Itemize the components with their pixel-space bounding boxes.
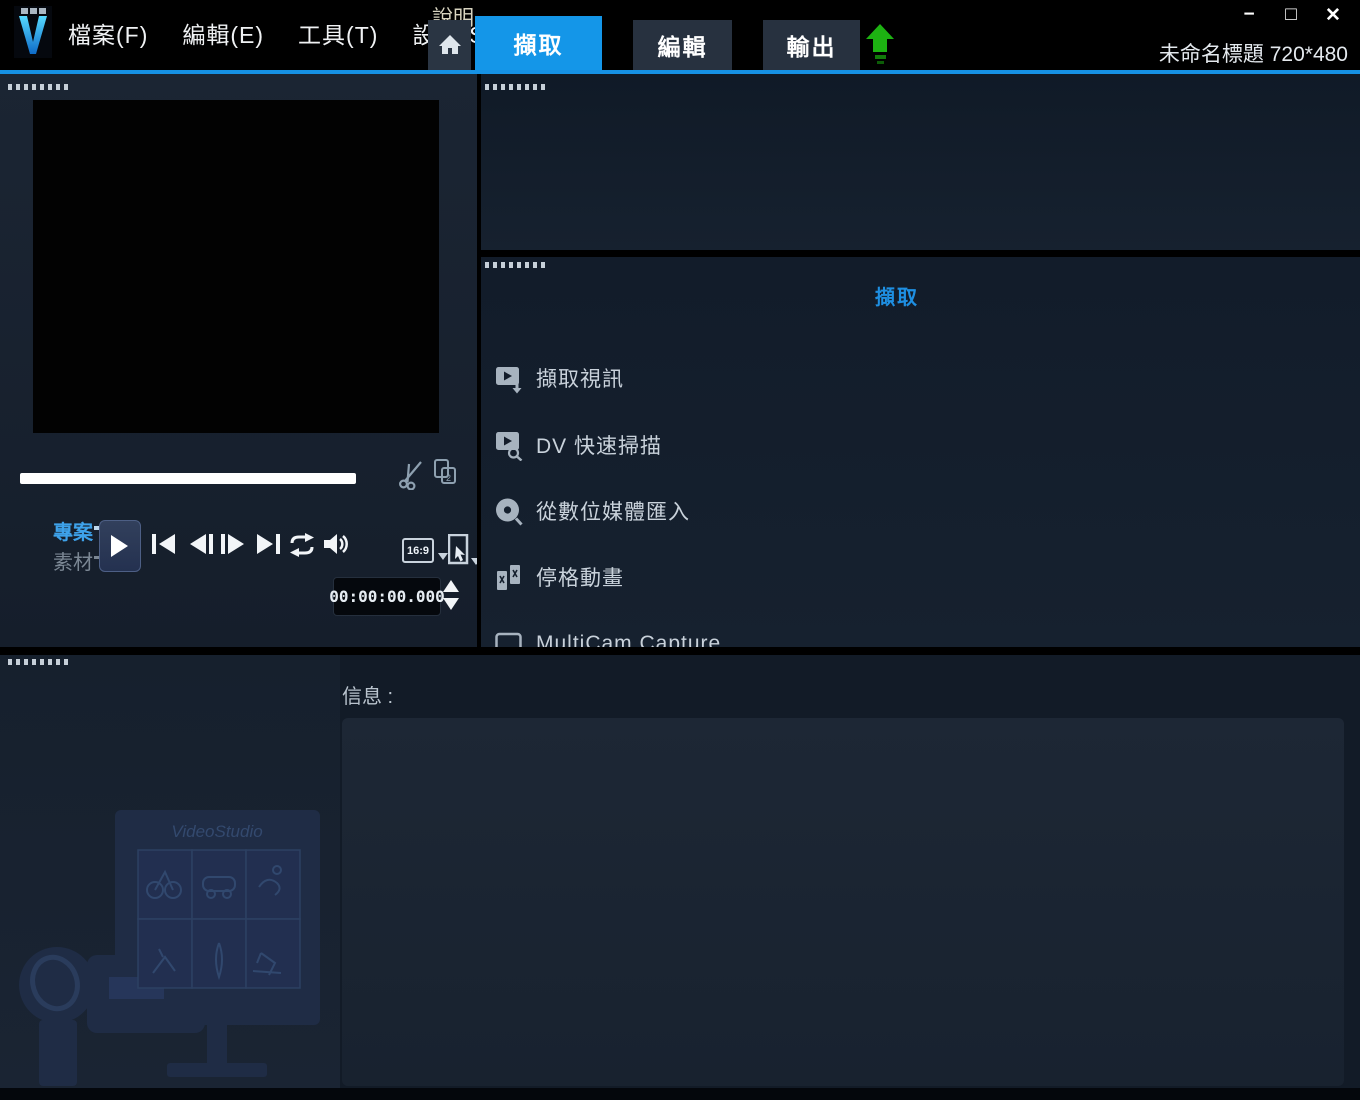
aspect-ratio-button[interactable]: 16:9 [402, 538, 434, 563]
tab-output-label: 輸出 [787, 28, 837, 62]
multicam-capture-icon [495, 629, 523, 648]
tab-capture-label: 擷取 [514, 26, 564, 60]
tab-output[interactable]: 輸出 [763, 20, 860, 70]
duplicate-icon: 2 [431, 457, 461, 487]
next-frame-button[interactable] [217, 533, 247, 557]
tab-edit-label: 編輯 [658, 28, 708, 62]
tab-edit[interactable]: 編輯 [633, 20, 732, 70]
upload-arrow-icon[interactable] [866, 24, 896, 71]
accent-divider [0, 70, 1360, 74]
capture-heading: 擷取 [875, 281, 919, 310]
enlarge-preview-button[interactable] [448, 534, 470, 566]
trim-scrubber[interactable] [20, 473, 356, 484]
stop-motion-icon [495, 562, 523, 593]
menu-tools[interactable]: 工具(T) [298, 16, 378, 50]
watermark-illustration: VideoStudio [15, 795, 335, 1090]
timecode-display[interactable]: 00:00:00.000 [333, 577, 441, 616]
capture-options-panel: 擷取 擷取視訊 DV 快速掃描 [481, 257, 1360, 647]
close-button[interactable]: ✕ [1322, 4, 1344, 27]
capture-video-option[interactable]: 擷取視訊 [495, 362, 1095, 394]
next-frame-icon [219, 533, 245, 555]
import-digital-media-label: 從數位媒體匯入 [536, 496, 690, 526]
play-button[interactable] [99, 520, 141, 572]
window-controls: − □ ✕ [1238, 4, 1344, 27]
panel-drag-handle[interactable] [8, 659, 70, 665]
volume-button[interactable] [321, 533, 351, 557]
menu-file[interactable]: 檔案(F) [68, 16, 148, 50]
dv-quick-scan-icon [495, 430, 523, 461]
multicam-capture-label: MultiCam Capture [536, 632, 721, 647]
previous-frame-icon [189, 533, 215, 555]
enlarge-dropdown-caret[interactable] [471, 558, 477, 565]
preview-panel: 2 專案 素材 [0, 74, 477, 647]
svg-text:VideoStudio: VideoStudio [171, 822, 262, 841]
dv-quick-scan-option[interactable]: DV 快速掃描 [495, 429, 1095, 461]
videostudio-window: 說明 檔案(F) 編輯(E) 工具(T) 設定(S) − □ ✕ 未命名標題 7… [0, 0, 1360, 1100]
panel-drag-handle[interactable] [485, 84, 547, 90]
stop-motion-label: 停格動畫 [536, 562, 624, 592]
svg-text:2: 2 [446, 473, 451, 483]
tab-capture[interactable]: 擷取 [475, 16, 602, 70]
minimize-button[interactable]: − [1238, 4, 1260, 27]
repeat-icon [288, 533, 316, 557]
clip-mode-toggle[interactable]: 素材 [53, 546, 93, 575]
go-to-end-button[interactable] [253, 533, 283, 557]
stop-motion-option[interactable]: 停格動畫 [495, 561, 1095, 593]
menu-edit[interactable]: 編輯(E) [182, 16, 264, 50]
duplicate-button[interactable]: 2 [431, 457, 461, 487]
go-to-start-icon [151, 533, 177, 555]
aspect-dropdown-caret[interactable] [438, 553, 448, 560]
maximize-button[interactable]: □ [1280, 4, 1302, 27]
go-to-start-button[interactable] [149, 533, 179, 557]
aspect-ratio-label: 16:9 [407, 545, 429, 557]
timecode-decrement[interactable] [443, 598, 459, 610]
video-preview [33, 100, 439, 433]
timecode-increment[interactable] [443, 580, 459, 592]
dv-quick-scan-label: DV 快速掃描 [536, 430, 662, 460]
home-icon [438, 33, 462, 57]
panel-drag-handle[interactable] [485, 262, 547, 268]
multicam-capture-option[interactable]: MultiCam Capture [495, 628, 1095, 647]
cut-clip-button[interactable] [396, 460, 426, 490]
previous-frame-button[interactable] [187, 533, 217, 557]
project-title: 未命名標題 720*480 [1159, 38, 1348, 68]
repeat-button[interactable] [287, 533, 317, 557]
play-icon [111, 535, 129, 557]
info-content-box [342, 718, 1344, 1086]
capture-video-icon [495, 363, 523, 394]
enlarge-preview-icon [448, 534, 470, 566]
go-to-end-icon [255, 533, 281, 555]
volume-icon [323, 533, 349, 555]
watermark-zone: VideoStudio [0, 655, 340, 1088]
import-digital-media-icon [495, 496, 523, 527]
timecode-value: 00:00:00.000 [329, 587, 445, 606]
window-bottom-edge [0, 1088, 1360, 1100]
capture-video-label: 擷取視訊 [536, 363, 624, 393]
app-logo-icon [14, 6, 52, 58]
info-label: 信息 : [342, 680, 393, 709]
capture-display-panel [481, 74, 1360, 250]
info-panel: VideoStudio 信息 : [0, 655, 1360, 1088]
tab-home[interactable] [428, 20, 471, 70]
panel-drag-handle[interactable] [8, 84, 70, 90]
import-digital-media-option[interactable]: 從數位媒體匯入 [495, 495, 1095, 527]
scissors-icon [396, 460, 426, 490]
project-mode-toggle[interactable]: 專案 [53, 516, 93, 545]
